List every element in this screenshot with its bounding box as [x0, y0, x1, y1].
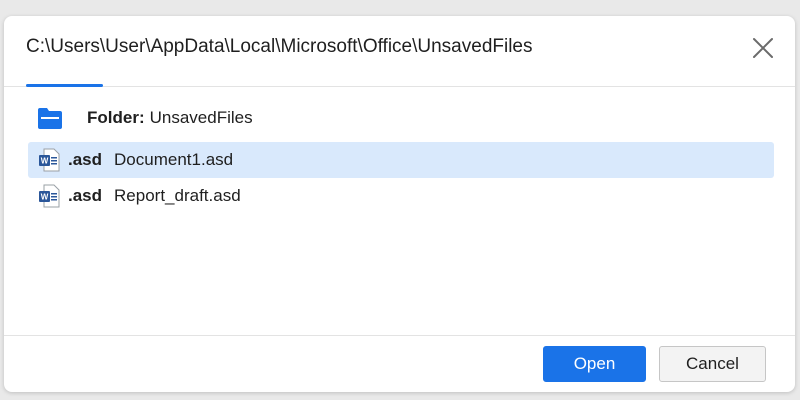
active-tab-indicator	[26, 84, 103, 87]
file-extension: .asd	[68, 186, 103, 205]
open-button[interactable]: Open	[543, 346, 646, 382]
file-list: W .asd Document1.asd W .asd Report_draft…	[28, 142, 774, 214]
file-open-dialog: C:\Users\User\AppData\Local\Microsoft\Of…	[4, 16, 795, 392]
file-row-document1[interactable]: W .asd Document1.asd	[28, 142, 774, 178]
folder-info: Folder: UnsavedFiles	[37, 104, 253, 132]
word-document-icon: W	[39, 184, 60, 208]
svg-text:W: W	[41, 193, 49, 202]
svg-text:W: W	[41, 157, 49, 166]
close-button[interactable]	[751, 36, 775, 60]
file-name: Report_draft.asd	[114, 186, 241, 205]
word-document-icon: W	[39, 148, 60, 172]
folder-label: Folder:	[87, 108, 145, 127]
cancel-button[interactable]: Cancel	[659, 346, 766, 382]
file-row-report-draft[interactable]: W .asd Report_draft.asd	[28, 178, 774, 214]
dialog-footer: Open Cancel	[4, 335, 795, 392]
close-icon	[753, 38, 773, 58]
folder-name: UnsavedFiles	[149, 108, 253, 127]
path-title: C:\Users\User\AppData\Local\Microsoft\Of…	[26, 36, 533, 57]
file-name: Document1.asd	[114, 150, 234, 169]
folder-icon	[38, 108, 62, 129]
file-extension: .asd	[68, 150, 103, 169]
dialog-header: C:\Users\User\AppData\Local\Microsoft\Of…	[4, 16, 795, 87]
